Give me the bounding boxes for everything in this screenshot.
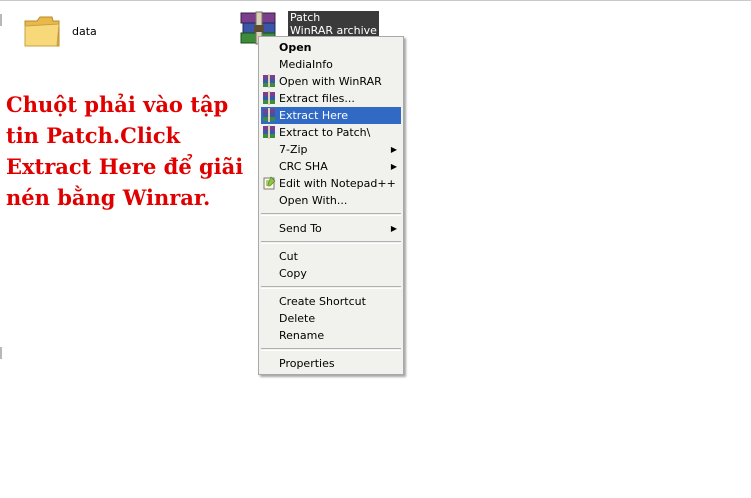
menu-item-properties[interactable]: Properties (261, 355, 401, 372)
menu-separator (261, 286, 401, 289)
archive-name: Patch (290, 11, 321, 24)
menu-item-label: Copy (279, 267, 307, 280)
menu-item-rename[interactable]: Rename (261, 327, 401, 344)
context-menu: Open MediaInfo Open with WinRAR Extract … (258, 36, 404, 375)
window-top-border (0, 0, 751, 1)
menu-item-copy[interactable]: Copy (261, 265, 401, 282)
winrar-icon (263, 74, 275, 88)
submenu-arrow-icon: ▶ (390, 145, 397, 154)
menu-item-label: Edit with Notepad++ (279, 177, 396, 190)
menu-item-extract-to-patch[interactable]: Extract to Patch\ (261, 124, 401, 141)
menu-item-label: 7-Zip (279, 143, 308, 156)
winrar-extract-icon (263, 91, 275, 105)
menu-item-label: Extract files... (279, 92, 355, 105)
submenu-arrow-icon: ▶ (390, 224, 397, 233)
menu-item-edit-notepadpp[interactable]: Edit with Notepad++ (261, 175, 401, 192)
menu-item-create-shortcut[interactable]: Create Shortcut (261, 293, 401, 310)
notepadpp-icon (263, 176, 276, 190)
menu-item-label: Send To (279, 222, 322, 235)
left-edge-marker (0, 14, 2, 26)
menu-separator (261, 213, 401, 216)
menu-item-label: CRC SHA (279, 160, 328, 173)
menu-item-label: Properties (279, 357, 335, 370)
menu-item-crc-sha[interactable]: CRC SHA ▶ (261, 158, 401, 175)
instruction-text: Chuột phải vào tập tin Patch.Click Extra… (6, 92, 244, 210)
menu-item-label: Create Shortcut (279, 295, 366, 308)
menu-item-extract-files[interactable]: Extract files... (261, 90, 401, 107)
menu-item-label: Extract Here (279, 109, 348, 122)
menu-item-cut[interactable]: Cut (261, 248, 401, 265)
menu-item-label: Open (279, 41, 312, 54)
left-edge-marker (0, 347, 2, 359)
menu-item-open-with-winrar[interactable]: Open with WinRAR (261, 73, 401, 90)
menu-item-send-to[interactable]: Send To ▶ (261, 220, 401, 237)
submenu-arrow-icon: ▶ (390, 162, 397, 171)
menu-item-delete[interactable]: Delete (261, 310, 401, 327)
menu-item-label: Rename (279, 329, 325, 342)
menu-item-label: MediaInfo (279, 58, 333, 71)
archive-label: Patch WinRAR archive (288, 11, 379, 37)
winrar-extract-here-icon (263, 108, 275, 122)
menu-item-extract-here[interactable]: Extract Here (261, 107, 401, 124)
winrar-extract-to-icon (263, 125, 275, 139)
menu-item-label: Open with WinRAR (279, 75, 382, 88)
menu-item-mediainfo[interactable]: MediaInfo (261, 56, 401, 73)
menu-item-label: Open With... (279, 194, 348, 207)
menu-separator (261, 241, 401, 244)
menu-separator (261, 348, 401, 351)
menu-item-open-with[interactable]: Open With... (261, 192, 401, 209)
menu-item-label: Extract to Patch\ (279, 126, 371, 139)
menu-item-label: Cut (279, 250, 298, 263)
menu-item-label: Delete (279, 312, 316, 325)
folder-label: data (72, 25, 97, 38)
menu-item-7zip[interactable]: 7-Zip ▶ (261, 141, 401, 158)
folder-icon (24, 16, 60, 47)
menu-item-open[interactable]: Open (261, 39, 401, 56)
